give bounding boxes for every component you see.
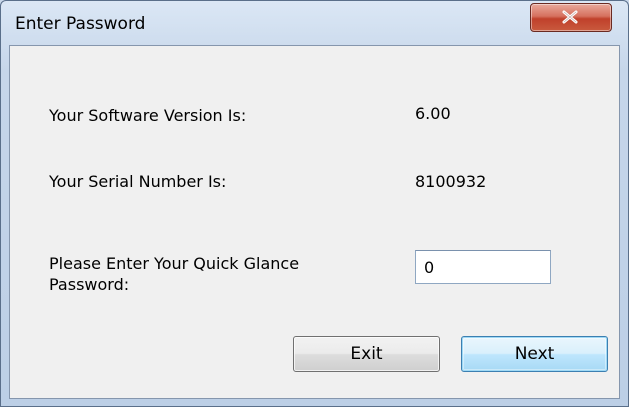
next-button[interactable]: Next <box>461 336 608 372</box>
exit-button[interactable]: Exit <box>293 336 440 372</box>
version-label: Your Software Version Is: <box>49 106 247 125</box>
serial-label: Your Serial Number Is: <box>49 172 227 191</box>
password-input[interactable] <box>415 250 551 284</box>
password-label-line1: Please Enter Your Quick Glance <box>49 254 300 273</box>
close-button[interactable] <box>530 3 612 32</box>
title-bar[interactable]: Enter Password <box>1 1 628 45</box>
window-title: Enter Password <box>15 14 146 34</box>
version-value: 6.00 <box>415 104 451 123</box>
dialog-window: Enter Password Your Software Version Is:… <box>0 0 629 407</box>
serial-value: 8100932 <box>415 172 487 191</box>
password-label-line2: Password: <box>49 275 130 294</box>
close-x-icon <box>562 10 578 24</box>
dialog-client-area: Your Software Version Is: 6.00 Your Seri… <box>9 45 620 399</box>
